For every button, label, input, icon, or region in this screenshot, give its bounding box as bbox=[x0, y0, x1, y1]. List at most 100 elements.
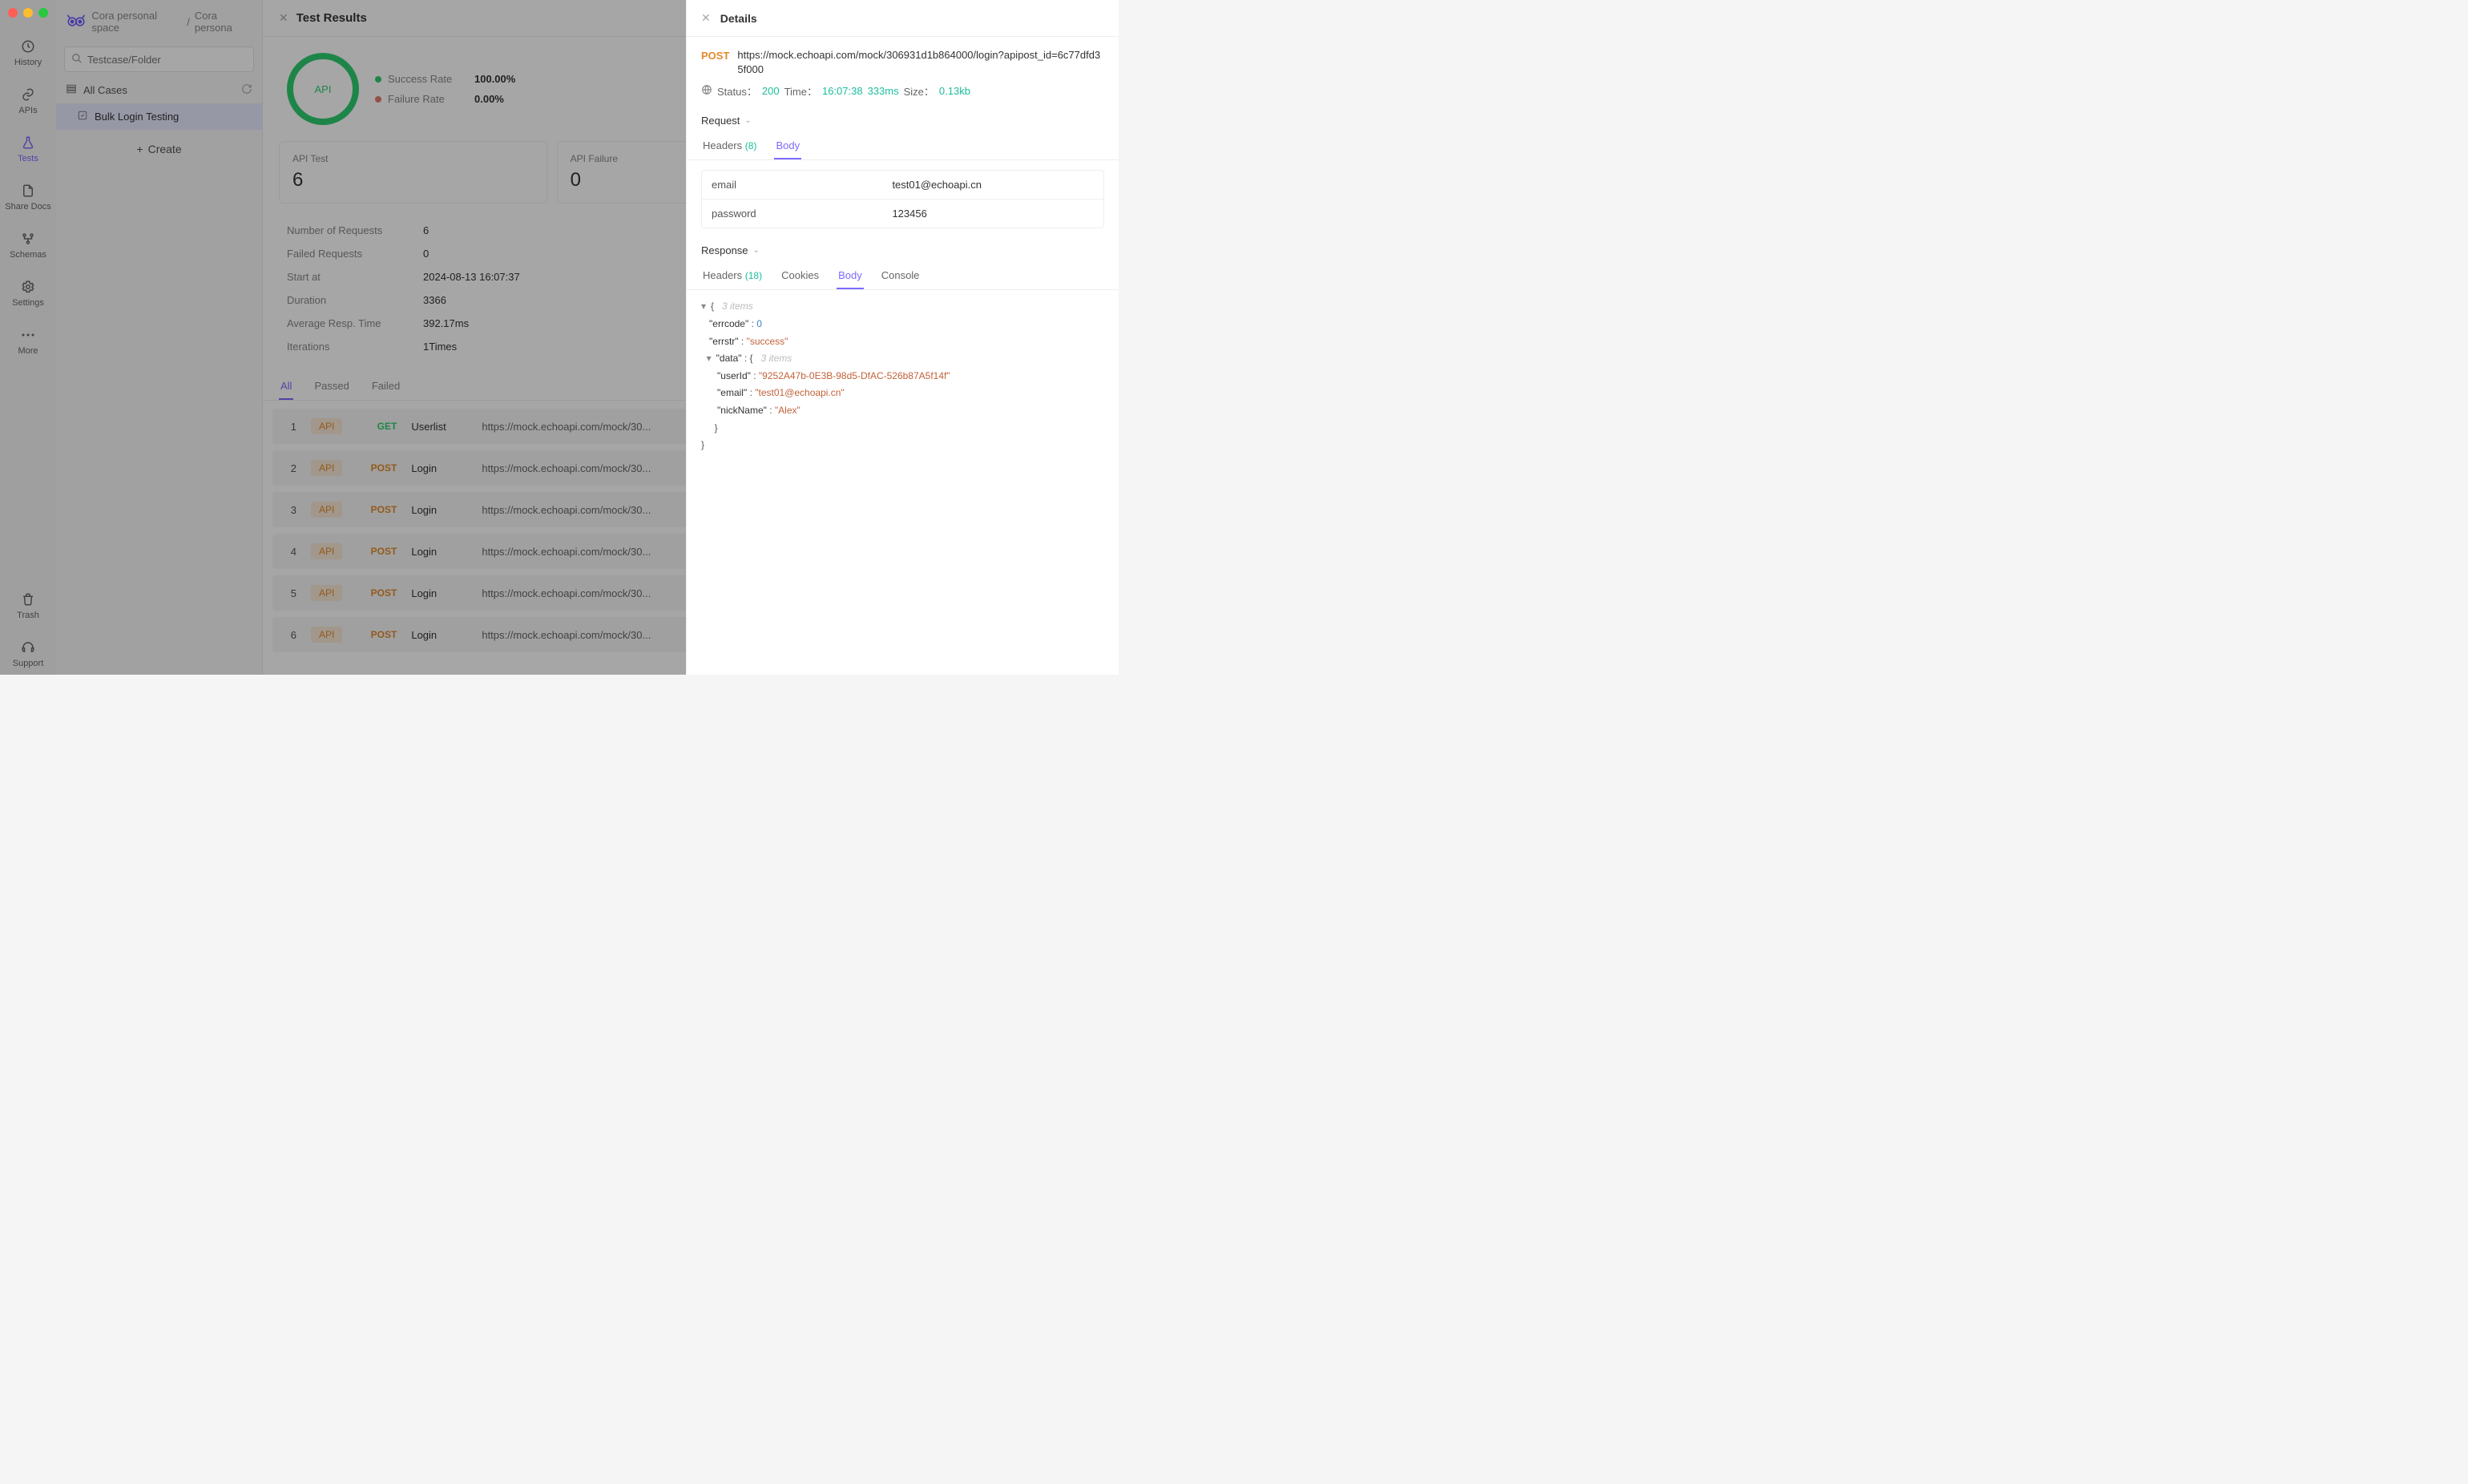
nav-tests[interactable]: Tests bbox=[0, 128, 56, 170]
sidebar: Cora personal space / Cora persona All C… bbox=[56, 0, 263, 675]
sidebar-item-bulk-login[interactable]: Bulk Login Testing bbox=[56, 103, 262, 130]
nav-more[interactable]: More bbox=[0, 321, 56, 362]
kv-val: 6 bbox=[423, 224, 683, 236]
kv-key: Start at bbox=[287, 271, 407, 283]
kv-key: Iterations bbox=[287, 341, 407, 353]
nav-label: More bbox=[18, 346, 38, 356]
cell-key: email bbox=[702, 171, 882, 199]
nav-settings[interactable]: Settings bbox=[0, 272, 56, 314]
more-icon bbox=[20, 327, 36, 343]
tab-request-headers[interactable]: Headers (8) bbox=[701, 133, 758, 159]
flask-icon bbox=[20, 135, 36, 151]
nav-share-docs[interactable]: Share Docs bbox=[0, 176, 56, 218]
json-key: "email" bbox=[717, 387, 747, 398]
size-label: Size： bbox=[904, 83, 934, 99]
crumb-sep: / bbox=[187, 16, 190, 28]
json-value: 0 bbox=[756, 318, 762, 329]
tab-response-console[interactable]: Console bbox=[880, 263, 921, 289]
create-button[interactable]: + Create bbox=[64, 136, 254, 162]
tab-all[interactable]: All bbox=[279, 373, 293, 400]
row-index: 5 bbox=[285, 587, 296, 599]
tab-passed[interactable]: Passed bbox=[313, 373, 350, 400]
row-index: 6 bbox=[285, 629, 296, 641]
tab-label: Headers bbox=[703, 139, 742, 151]
kv-val: 3366 bbox=[423, 294, 683, 306]
kv-key: Duration bbox=[287, 294, 407, 306]
maximize-window-icon[interactable] bbox=[38, 8, 48, 18]
nav-label: Trash bbox=[17, 611, 39, 620]
response-section[interactable]: Response ⌄ bbox=[687, 238, 1119, 263]
count-badge: (8) bbox=[745, 140, 757, 151]
nav-history[interactable]: History bbox=[0, 32, 56, 74]
json-key: "nickName" bbox=[717, 405, 767, 416]
search-box[interactable] bbox=[64, 46, 254, 72]
kv-val: 2024-08-13 16:07:37 bbox=[423, 271, 683, 283]
crumb-project[interactable]: Cora persona bbox=[195, 10, 254, 34]
table-row: emailtest01@echoapi.cn bbox=[702, 171, 1103, 199]
method-label: POST bbox=[357, 504, 397, 515]
request-body-table: emailtest01@echoapi.cn password123456 bbox=[701, 170, 1104, 228]
cell-key: password bbox=[702, 200, 882, 228]
page-title: Test Results bbox=[296, 11, 367, 25]
response-json: ▾{ 3 items "errcode" : 0 "errstr" : "suc… bbox=[687, 290, 1119, 470]
card-value: 6 bbox=[292, 169, 534, 192]
json-key: "errstr" bbox=[709, 336, 739, 347]
search-input[interactable] bbox=[87, 54, 247, 66]
headset-icon bbox=[20, 639, 36, 655]
method-label: GET bbox=[357, 421, 397, 432]
refresh-icon[interactable] bbox=[241, 83, 252, 97]
list-icon bbox=[66, 83, 77, 97]
search-icon bbox=[71, 53, 83, 67]
nav-schemas[interactable]: Schemas bbox=[0, 224, 56, 266]
rate-value: 0.00% bbox=[474, 93, 504, 105]
tab-request-body[interactable]: Body bbox=[774, 133, 801, 159]
nav-trash[interactable]: Trash bbox=[0, 585, 56, 627]
ring-label: API bbox=[315, 83, 332, 95]
tab-response-body[interactable]: Body bbox=[837, 263, 864, 289]
latency-value: 333ms bbox=[868, 85, 899, 97]
dot-icon bbox=[375, 96, 381, 103]
schema-icon bbox=[20, 231, 36, 247]
tab-response-headers[interactable]: Headers (18) bbox=[701, 263, 764, 289]
chevron-down-icon: ⌄ bbox=[753, 246, 760, 255]
api-tag: API bbox=[311, 543, 342, 559]
method-label: POST bbox=[357, 546, 397, 557]
nav-label: APIs bbox=[18, 106, 37, 115]
minimize-window-icon[interactable] bbox=[23, 8, 33, 18]
json-value: "Alex" bbox=[775, 405, 800, 416]
request-url: https://mock.echoapi.com/mock/306931d1b8… bbox=[737, 48, 1104, 77]
request-section[interactable]: Request ⌄ bbox=[687, 108, 1119, 133]
nav-support[interactable]: Support bbox=[0, 633, 56, 675]
details-panel: ✕ Details POST https://mock.echoapi.com/… bbox=[686, 0, 1119, 675]
status-label: Status： bbox=[717, 83, 757, 99]
count-badge: (18) bbox=[745, 270, 762, 281]
json-value: "test01@echoapi.cn" bbox=[755, 387, 844, 398]
kv-val: 1Times bbox=[423, 341, 683, 353]
card-api-test: API Test 6 bbox=[279, 141, 547, 204]
close-icon[interactable]: ✕ bbox=[279, 11, 288, 25]
sidebar-all-cases[interactable]: All Cases bbox=[56, 77, 262, 103]
api-tag: API bbox=[311, 585, 342, 601]
cell-value: 123456 bbox=[882, 200, 1103, 228]
section-label: Response bbox=[701, 244, 748, 256]
tab-response-cookies[interactable]: Cookies bbox=[780, 263, 821, 289]
card-title: API Test bbox=[292, 153, 534, 164]
rate-label: Failure Rate bbox=[388, 93, 468, 105]
link-icon bbox=[20, 87, 36, 103]
nav-apis[interactable]: APIs bbox=[0, 80, 56, 122]
size-value: 0.13kb bbox=[939, 85, 970, 97]
gear-icon bbox=[20, 279, 36, 295]
api-ring: API bbox=[287, 53, 359, 125]
crumb-workspace[interactable]: Cora personal space bbox=[91, 10, 182, 34]
close-window-icon[interactable] bbox=[8, 8, 18, 18]
method-label: POST bbox=[357, 587, 397, 599]
caret-down-icon[interactable]: ▾ bbox=[707, 350, 716, 368]
nav-label: Share Docs bbox=[5, 202, 50, 212]
document-icon bbox=[20, 183, 36, 199]
section-label: Request bbox=[701, 115, 740, 127]
caret-down-icon[interactable]: ▾ bbox=[701, 298, 711, 316]
owl-logo-icon bbox=[66, 14, 87, 30]
close-icon[interactable]: ✕ bbox=[701, 11, 711, 25]
method-label: POST bbox=[357, 462, 397, 474]
tab-failed[interactable]: Failed bbox=[370, 373, 401, 400]
